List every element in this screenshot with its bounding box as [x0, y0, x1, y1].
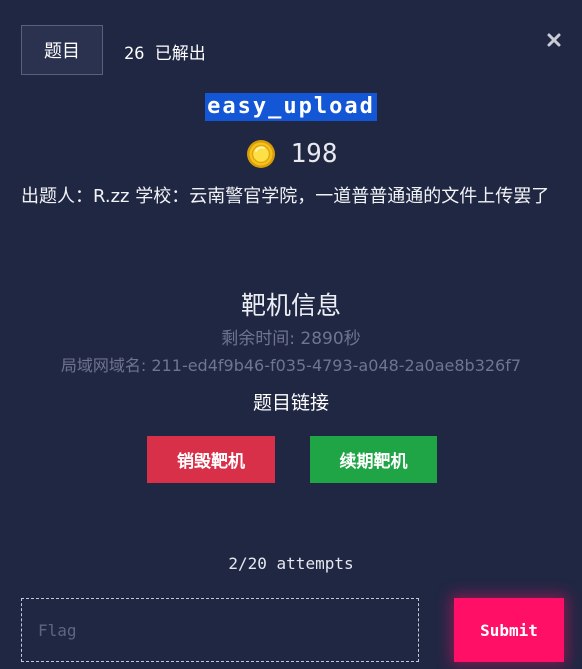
destroy-target-button[interactable]: 销毁靶机 — [147, 436, 275, 483]
challenge-points: 198 — [0, 138, 582, 170]
solves-count: 26 已解出 — [124, 44, 206, 64]
target-domain: 局域网域名: 211-ed4f9b46-f035-4793-a048-2a0ae… — [60, 356, 522, 375]
flag-input[interactable] — [21, 598, 419, 662]
challenge-title: easy_upload — [205, 93, 377, 121]
challenge-description: 出题人：R.zz 学校：云南警官学院，一道普普通通的文件上传罢了 — [21, 186, 550, 207]
challenge-link[interactable]: 题目链接 — [0, 388, 582, 415]
coin-icon — [246, 140, 275, 168]
attempts-count: 2/20 attempts — [228, 554, 354, 573]
submit-button[interactable]: Submit — [454, 598, 564, 662]
target-section-title: 靶机信息 — [240, 291, 341, 320]
tab-challenge[interactable]: 题目 — [21, 25, 103, 75]
challenge-modal: 题目 26 已解出 easy_upload 198 出题人：R.zz 学校：云南… — [0, 0, 582, 669]
challenge-title-wrap: easy_upload — [0, 93, 582, 121]
close-icon[interactable] — [544, 30, 564, 50]
remaining-time: 剩余时间: 2890秒 — [221, 329, 361, 349]
renew-target-button[interactable]: 续期靶机 — [310, 436, 437, 483]
points-value: 198 — [290, 139, 338, 169]
